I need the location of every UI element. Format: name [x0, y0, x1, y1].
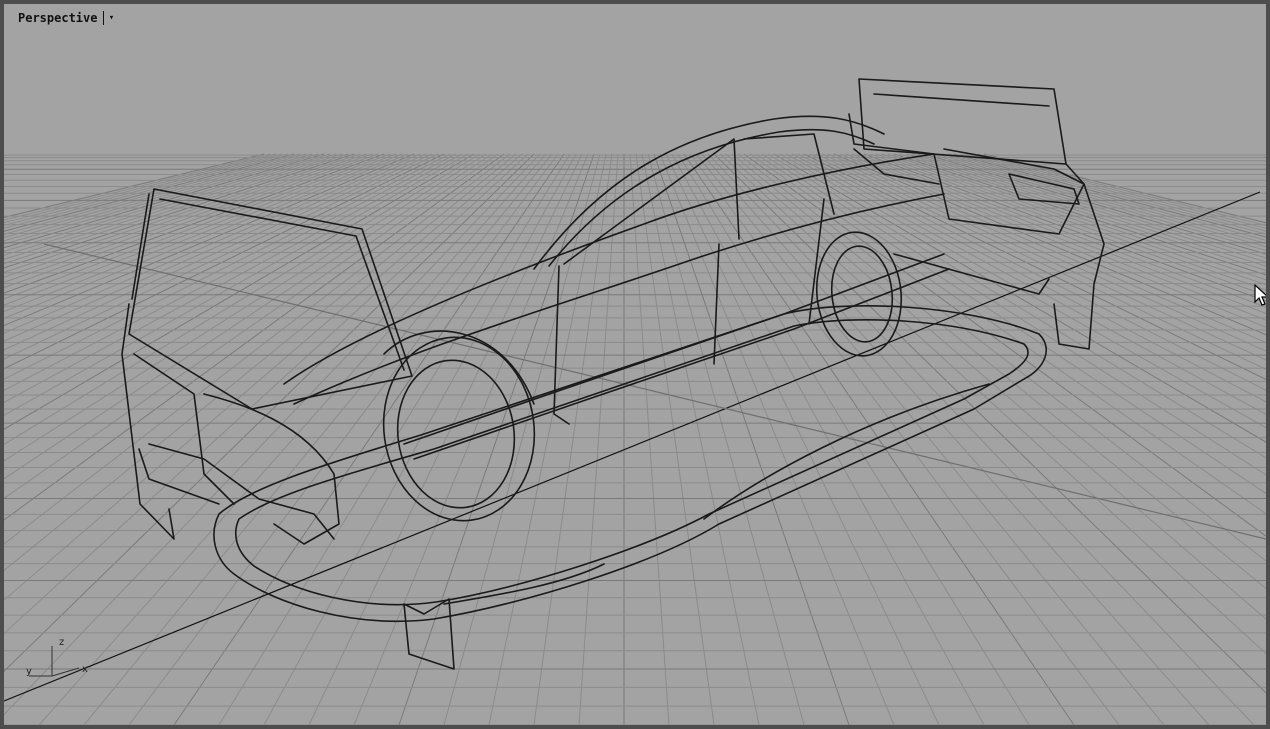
grid-line: [665, 153, 940, 725]
viewport-canvas[interactable]: [4, 4, 1266, 725]
trunk-lid-inner: [873, 93, 1050, 107]
grid-line: [4, 153, 409, 319]
front-grille: [203, 393, 340, 545]
grid-line: [755, 153, 1266, 495]
grid-line: [4, 153, 361, 273]
grid-line: [791, 153, 1266, 403]
rear-bumper: [893, 253, 1050, 295]
chevron-down-icon[interactable]: ▾: [103, 11, 116, 25]
grid-line: [713, 153, 1266, 694]
roof-inner: [548, 128, 875, 267]
grid-line: [707, 153, 1255, 725]
grid-line: [4, 153, 475, 430]
grid-line: [4, 153, 337, 256]
axis-label-z: z: [59, 637, 65, 648]
underbody-floor-outer: [213, 305, 1048, 623]
grid-line: [4, 153, 517, 572]
grid-line: [443, 153, 601, 725]
mouse-pointer-icon: [1254, 284, 1266, 306]
grid-line: [488, 153, 607, 725]
grid-line: [4, 153, 523, 601]
x-axis-line: [4, 191, 1261, 702]
grid-line: [4, 153, 529, 635]
grid-line: [398, 153, 595, 725]
underbody-floor-inner: [235, 319, 1029, 606]
front-fender-left: [121, 303, 175, 540]
grid-line: [659, 153, 895, 725]
grid-line: [815, 153, 1266, 361]
grid-line: [827, 153, 1266, 344]
viewport-title[interactable]: Perspective: [18, 11, 97, 25]
grid-line: [83, 153, 553, 725]
front-mudflap: [403, 598, 455, 670]
axis-label-x: x: [82, 664, 88, 675]
grid-line: [917, 153, 1266, 259]
y-axis-line: [43, 243, 1266, 540]
grid-line: [695, 153, 1165, 725]
grid-line: [821, 153, 1266, 352]
grid-line: [923, 153, 1266, 255]
grid-line: [4, 153, 457, 391]
grid-line: [218, 153, 571, 725]
viewport-title-bar[interactable]: Perspective ▾: [18, 9, 116, 27]
grid-line: [647, 153, 805, 725]
grid-line: [749, 153, 1266, 515]
axis-label-y: y: [26, 666, 32, 677]
grid-line: [4, 153, 451, 380]
construction-grid: [4, 153, 1266, 725]
trunk-lid: [858, 78, 1067, 165]
grid-line: [4, 153, 445, 370]
headlight-left: [133, 353, 235, 505]
grid-line: [875, 153, 1266, 291]
grid-line: [671, 153, 985, 725]
world-axis-lines: [4, 191, 1266, 702]
grid-line: [4, 153, 283, 226]
grid-line: [911, 153, 1266, 263]
grid-line: [947, 153, 1266, 241]
grid-line: [263, 153, 577, 725]
grid-line: [965, 153, 1266, 232]
grid-line: [128, 153, 559, 725]
front-grille-lower: [148, 443, 335, 540]
grid-line: [308, 153, 583, 725]
grid-line: [4, 153, 325, 249]
grid-line: [641, 153, 760, 725]
perspective-viewport[interactable]: Perspective ▾ z y x: [0, 0, 1270, 729]
grid-line: [4, 153, 313, 242]
grid-line: [743, 153, 1266, 537]
